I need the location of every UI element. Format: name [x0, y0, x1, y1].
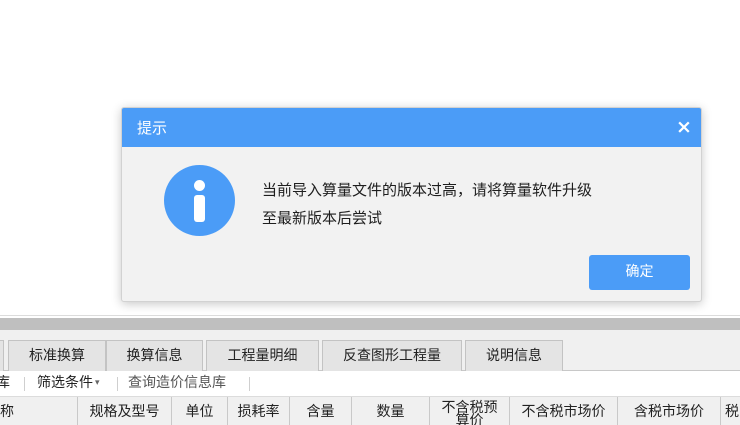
filter-label: 筛选条件 — [37, 375, 93, 391]
column-content[interactable]: 含量 — [290, 397, 352, 425]
ok-button[interactable]: 确定 — [589, 255, 690, 290]
toolbar: 库 筛选条件 ▾ 查询造价信息库 — [0, 371, 740, 397]
column-pretax-budget-price[interactable]: 不含税预算价 — [430, 397, 510, 425]
column-quantity[interactable]: 数量 — [352, 397, 430, 425]
column-name[interactable]: 称 — [0, 397, 78, 425]
tab-partial[interactable] — [0, 340, 4, 371]
column-tax[interactable]: 税 — [721, 397, 740, 425]
tab-standard-conversion[interactable]: 标准换算 — [8, 340, 106, 371]
dialog-message: 当前导入算量文件的版本过高，请将算量软件升级 至最新版本后尝试 — [262, 176, 662, 232]
tab-reverse-lookup[interactable]: 反查图形工程量 — [322, 340, 462, 371]
divider — [0, 315, 740, 316]
info-icon — [164, 165, 235, 236]
toolbar-separator — [24, 377, 25, 391]
column-loss-rate[interactable]: 损耗率 — [228, 397, 290, 425]
filter-dropdown[interactable]: 筛选条件 ▾ — [37, 371, 100, 396]
message-line-2: 至最新版本后尝试 — [262, 209, 383, 227]
query-price-info-button[interactable]: 查询造价信息库 — [128, 371, 226, 396]
chevron-down-icon: ▾ — [95, 378, 100, 388]
panel-splitter[interactable] — [0, 318, 740, 330]
tab-quantity-details[interactable]: 工程量明细 — [206, 340, 319, 371]
tab-bar: 标准换算 换算信息 工程量明细 反查图形工程量 说明信息 — [0, 330, 740, 371]
alert-dialog: 提示 × 当前导入算量文件的版本过高，请将算量软件升级 至最新版本后尝试 确定 — [121, 107, 702, 302]
toolbar-separator — [249, 377, 250, 391]
column-taxed-market-price[interactable]: 含税市场价 — [618, 397, 721, 425]
dialog-title: 提示 — [137, 119, 168, 137]
dialog-header: 提示 × — [122, 108, 701, 147]
message-line-1: 当前导入算量文件的版本过高，请将算量软件升级 — [262, 181, 593, 199]
grid-header: 称 规格及型号 单位 损耗率 含量 数量 不含税预算价 不含税市场价 含税市场价… — [0, 397, 740, 425]
toolbar-separator — [117, 377, 118, 391]
tab-description[interactable]: 说明信息 — [465, 340, 563, 371]
column-pretax-market-price[interactable]: 不含税市场价 — [510, 397, 618, 425]
tab-conversion-info[interactable]: 换算信息 — [106, 340, 203, 371]
column-spec-model[interactable]: 规格及型号 — [78, 397, 172, 425]
column-unit[interactable]: 单位 — [172, 397, 228, 425]
close-icon[interactable]: × — [673, 116, 695, 138]
toolbar-partial-label[interactable]: 库 — [0, 371, 10, 396]
